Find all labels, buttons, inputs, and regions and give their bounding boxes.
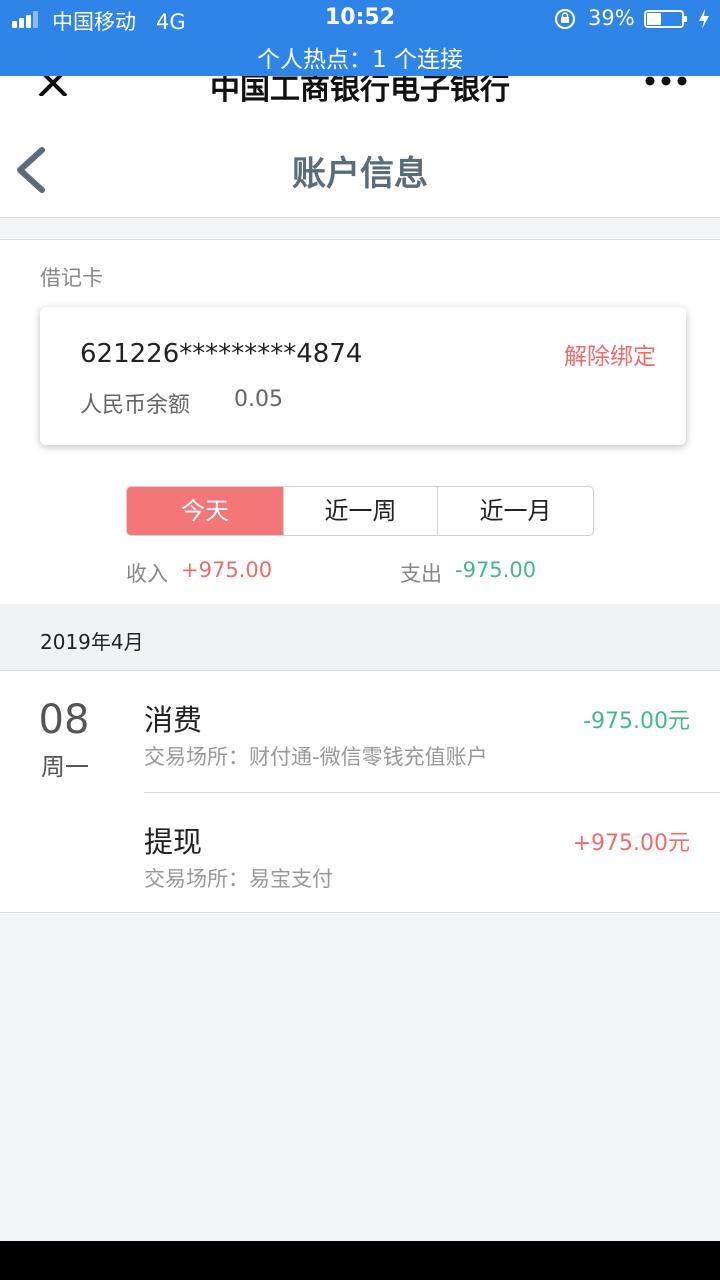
transaction-amount: +975.00元 [572,831,690,856]
bottom-bar [0,1241,720,1280]
more-icon[interactable] [644,76,688,88]
bank-card[interactable]: 621226*********4874 解除绑定 人民币余额 0.05 [40,307,686,445]
expense-label: 支出 [400,562,442,586]
date-range-tabs: 今天 近一周 近一月 [126,486,594,536]
tab-week[interactable]: 近一周 [284,487,438,535]
webview-title: 中国工商银行电子银行 [210,76,510,107]
transaction-amount: -975.00元 [583,709,690,734]
account-section: 借记卡 621226*********4874 解除绑定 人民币余额 0.05 … [0,239,720,605]
transaction-place: 交易场所：财付通-微信零钱充值账户 [144,745,488,769]
unbind-button[interactable]: 解除绑定 [564,337,656,371]
expense-amount: -975.00 [455,558,537,582]
tab-month[interactable]: 近一月 [438,487,593,535]
month-label: 2019年4月 [40,630,144,654]
transaction-place: 交易场所：易宝支付 [144,867,333,891]
page-title: 账户信息 [292,154,428,194]
hotspot-banner[interactable]: 个人热点：1 个连接 [0,40,720,74]
webview-navbar: 中国工商银行电子银行 [0,76,720,120]
card-number: 621226*********4874 [80,339,363,369]
balance-value: 0.05 [234,387,283,412]
page-header: 账户信息 [0,120,720,218]
transaction-list: 08 周一 消费 交易场所：财付通-微信零钱充值账户 -975.00元 提现 交… [0,670,720,913]
charging-icon [699,9,709,29]
battery-icon [644,10,687,28]
month-header: 2019年4月 [0,604,720,670]
transaction-title: 提现 [144,825,203,859]
transaction-item[interactable]: 提现 交易场所：易宝支付 +975.00元 [144,792,720,913]
transaction-item[interactable]: 消费 交易场所：财付通-微信零钱充值账户 -975.00元 [144,671,720,791]
income-amount: +975.00 [181,558,273,582]
transaction-title: 消费 [144,703,203,737]
balance-label: 人民币余额 [80,393,191,418]
status-bar: 中国移动 4G 10:52 39% 个人热点：1 个连接 [0,0,720,76]
income-label: 收入 [126,562,168,586]
day-number: 08 [38,697,90,743]
orientation-lock-icon [555,9,575,29]
card-type-label: 借记卡 [40,266,103,290]
battery-percent: 39% [588,6,635,30]
weekday-label: 周一 [41,753,89,781]
tab-today[interactable]: 今天 [127,487,284,535]
